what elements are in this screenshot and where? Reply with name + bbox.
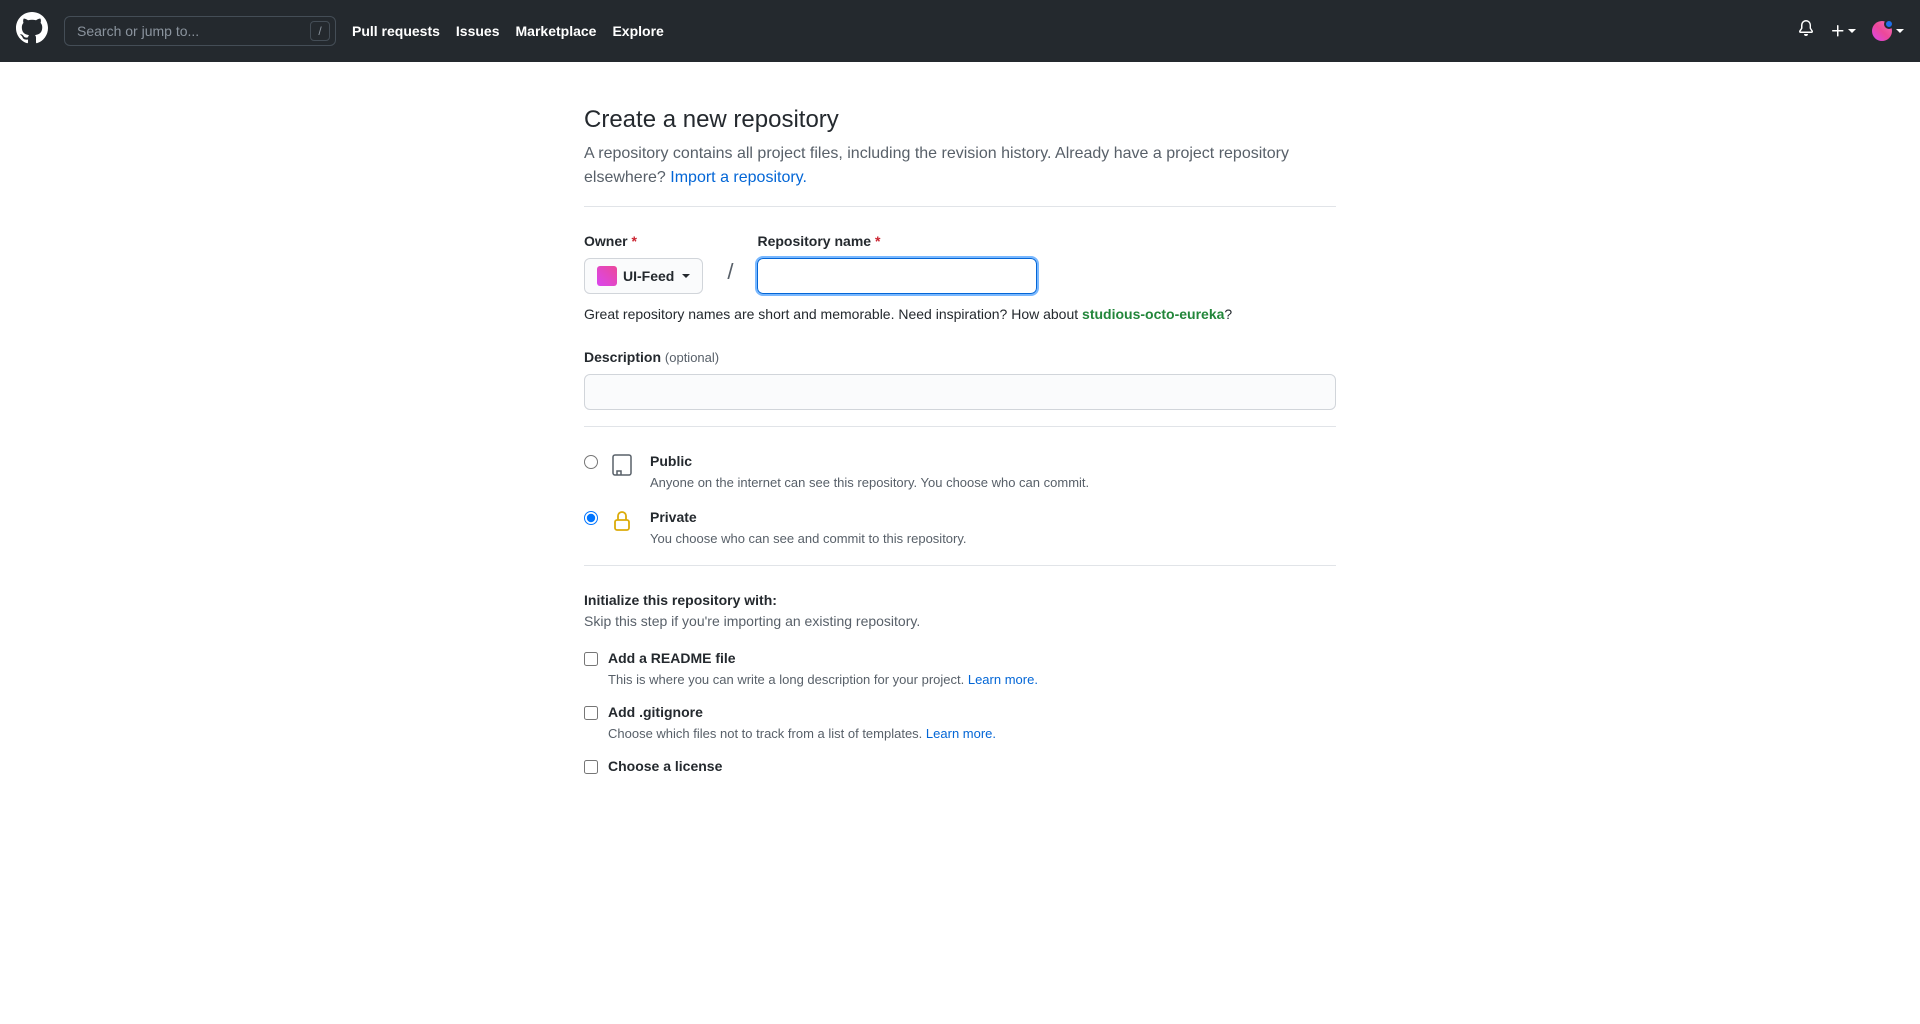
page-subtitle: A repository contains all project files,…	[584, 142, 1336, 190]
search-slash-hint: /	[310, 21, 330, 41]
owner-repo-row: Owner * UI-Feed / Repository name *	[584, 231, 1336, 294]
caret-down-icon	[1848, 29, 1856, 33]
gitignore-desc: Choose which files not to track from a l…	[608, 726, 996, 741]
repo-name-hint: Great repository names are short and mem…	[584, 304, 1336, 325]
public-desc: Anyone on the internet can see this repo…	[650, 475, 1089, 490]
user-menu[interactable]	[1872, 21, 1904, 41]
header-right	[1798, 20, 1904, 42]
divider	[584, 565, 1336, 566]
owner-avatar-icon	[597, 266, 617, 286]
private-desc: You choose who can see and commit to thi…	[650, 531, 967, 546]
visibility-private-row: Private You choose who can see and commi…	[584, 507, 1336, 549]
public-title: Public	[650, 451, 1089, 472]
repo-name-input[interactable]	[757, 258, 1037, 294]
name-suggestion-link[interactable]: studious-octo-eureka	[1082, 306, 1224, 322]
readme-learn-link[interactable]: Learn more.	[968, 672, 1038, 687]
public-text: Public Anyone on the internet can see th…	[650, 451, 1089, 493]
github-logo[interactable]	[16, 12, 48, 50]
private-text: Private You choose who can see and commi…	[650, 507, 967, 549]
gitignore-checkbox[interactable]	[584, 706, 598, 720]
readme-desc: This is where you can write a long descr…	[608, 672, 1038, 687]
description-label: Description (optional)	[584, 347, 1336, 368]
import-repo-link[interactable]: Import a repository.	[670, 169, 807, 186]
private-radio[interactable]	[584, 511, 598, 525]
status-dot	[1884, 19, 1894, 29]
owner-label: Owner *	[584, 231, 703, 252]
main-container: Create a new repository A repository con…	[568, 102, 1352, 777]
caret-down-icon	[682, 274, 690, 278]
nav-marketplace[interactable]: Marketplace	[516, 21, 597, 42]
search-wrap: /	[64, 16, 336, 46]
path-separator: /	[727, 255, 733, 294]
public-radio[interactable]	[584, 455, 598, 469]
readme-title: Add a README file	[608, 648, 1038, 669]
repo-icon	[610, 451, 638, 485]
main-header: / Pull requests Issues Marketplace Explo…	[0, 0, 1920, 62]
readme-row: Add a README file This is where you can …	[584, 648, 1336, 690]
license-row: Choose a license	[584, 756, 1336, 777]
gitignore-title: Add .gitignore	[608, 702, 996, 723]
gitignore-text: Add .gitignore Choose which files not to…	[608, 702, 996, 744]
caret-down-icon	[1896, 29, 1904, 33]
nav-pull-requests[interactable]: Pull requests	[352, 21, 440, 42]
repo-name-group: Repository name *	[757, 231, 1037, 294]
repo-name-label: Repository name *	[757, 231, 1037, 252]
private-title: Private	[650, 507, 967, 528]
notifications-icon[interactable]	[1798, 20, 1814, 42]
divider	[584, 206, 1336, 207]
gitignore-learn-link[interactable]: Learn more.	[926, 726, 996, 741]
divider	[584, 426, 1336, 427]
nav-issues[interactable]: Issues	[456, 21, 500, 42]
readme-checkbox[interactable]	[584, 652, 598, 666]
gitignore-row: Add .gitignore Choose which files not to…	[584, 702, 1336, 744]
license-checkbox[interactable]	[584, 760, 598, 774]
lock-icon	[610, 507, 638, 541]
create-new-dropdown[interactable]	[1830, 23, 1856, 39]
readme-text: Add a README file This is where you can …	[608, 648, 1038, 690]
visibility-public-row: Public Anyone on the internet can see th…	[584, 451, 1336, 493]
page-title: Create a new repository	[584, 102, 1336, 138]
description-input[interactable]	[584, 374, 1336, 410]
nav-links: Pull requests Issues Marketplace Explore	[352, 21, 664, 42]
search-input[interactable]	[64, 16, 336, 46]
owner-group: Owner * UI-Feed	[584, 231, 703, 294]
init-title: Initialize this repository with:	[584, 590, 1336, 611]
owner-name: UI-Feed	[623, 266, 674, 287]
owner-select-button[interactable]: UI-Feed	[584, 258, 703, 294]
init-subtitle: Skip this step if you're importing an ex…	[584, 611, 1336, 632]
license-text: Choose a license	[608, 756, 722, 777]
license-title: Choose a license	[608, 756, 722, 777]
nav-explore[interactable]: Explore	[612, 21, 663, 42]
